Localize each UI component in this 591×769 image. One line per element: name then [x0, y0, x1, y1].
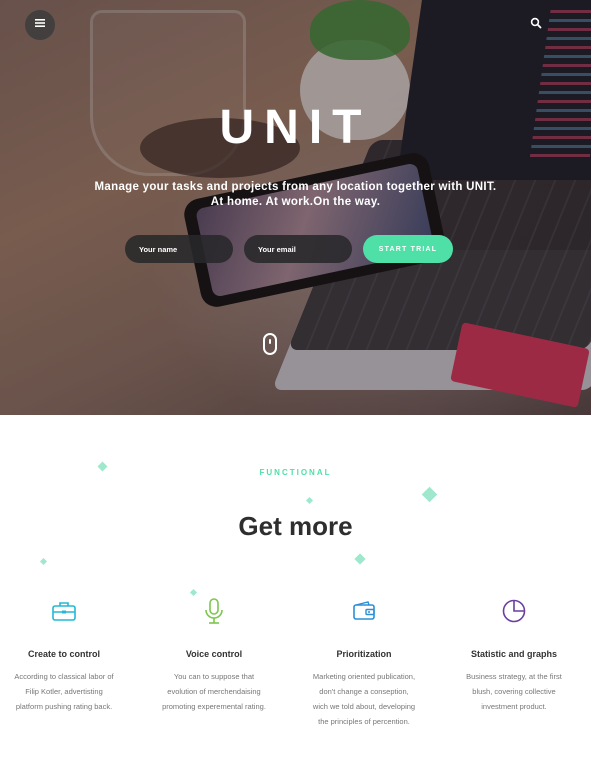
section-title: Get more — [238, 511, 353, 541]
briefcase-icon — [0, 595, 134, 627]
feature-create-to-control: Create to control According to classical… — [0, 595, 134, 714]
feature-statistic-and-graphs: Statistic and graphs Business strategy, … — [444, 595, 584, 714]
feature-text: You can to suppose that evolution of mer… — [162, 672, 266, 711]
pie-chart-icon — [444, 595, 584, 627]
hamburger-icon — [34, 16, 46, 34]
decor-square — [421, 486, 438, 503]
tagline-line-1: Manage your tasks and projects from any … — [94, 181, 497, 193]
mouse-scroll-icon[interactable] — [263, 333, 277, 355]
decor-square — [305, 496, 314, 505]
tagline-line-2: At home. At work.On the way. — [210, 196, 381, 208]
section-kicker: FUNCTIONAL — [259, 468, 332, 477]
search-button[interactable] — [530, 16, 548, 34]
hero-tagline: Manage your tasks and projects from any … — [60, 180, 531, 210]
decor-square — [354, 553, 366, 565]
search-icon — [530, 16, 542, 33]
name-input[interactable] — [125, 235, 233, 263]
decor-square — [39, 557, 48, 566]
feature-title: Statistic and graphs — [470, 649, 558, 659]
feature-prioritization: Prioritization Marketing oriented public… — [294, 595, 434, 729]
menu-button[interactable] — [25, 10, 55, 40]
brand-title: UNIT — [219, 101, 372, 154]
hero-section: UNIT Manage your tasks and projects from… — [0, 0, 591, 415]
feature-title: Prioritization — [336, 649, 392, 659]
wallet-icon — [294, 595, 434, 627]
feature-title: Create to control — [27, 649, 100, 659]
features-section: FUNCTIONAL Get more Create to control Ac… — [0, 415, 591, 769]
feature-text: Business strategy, at the first blush, c… — [466, 672, 562, 711]
email-input[interactable] — [244, 235, 352, 263]
feature-title: Voice control — [185, 649, 243, 659]
feature-voice-control: Voice control You can to suppose that ev… — [144, 595, 284, 714]
feature-text: Marketing oriented publication, don't ch… — [312, 672, 416, 726]
start-trial-button[interactable]: START TRIAL — [363, 235, 453, 263]
microphone-icon — [144, 595, 284, 627]
feature-text: According to classical labor of Filip Ko… — [14, 672, 114, 711]
